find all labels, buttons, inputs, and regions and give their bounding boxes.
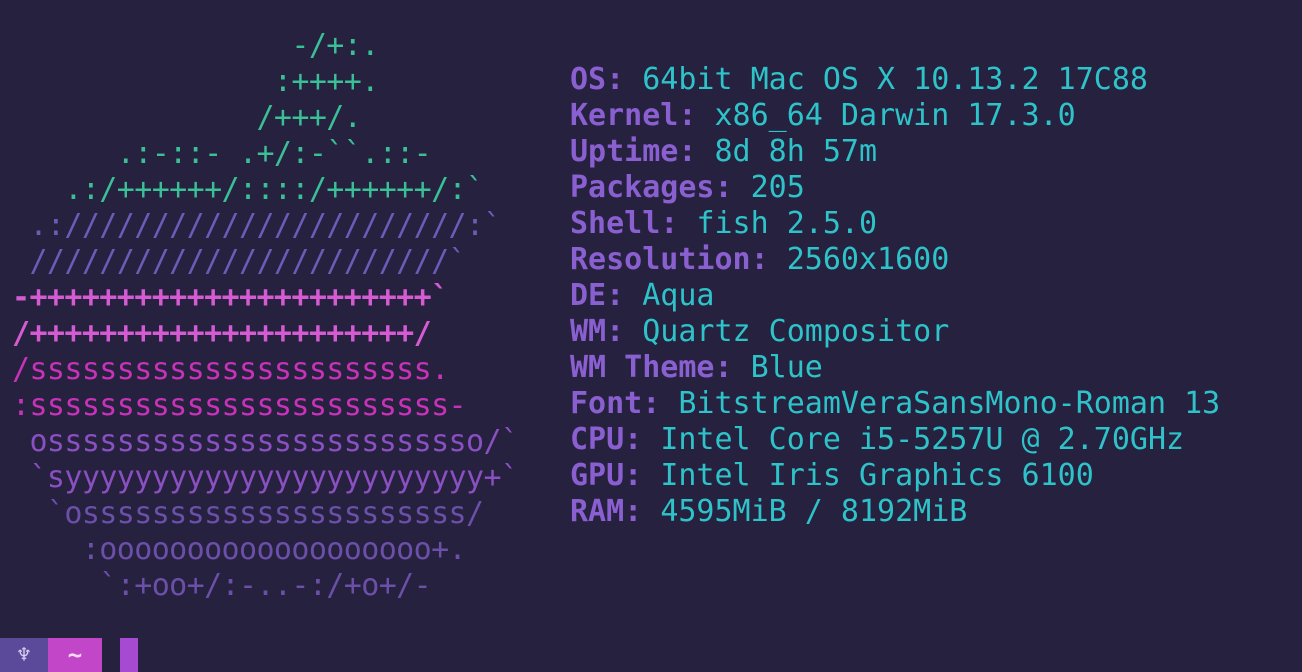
logo-line: .:///////////////////////:` xyxy=(12,208,501,243)
info-key: DE: xyxy=(570,278,625,313)
info-row: DE: Aqua xyxy=(570,278,1220,314)
logo-line: `syyyyyyyyyyyyyyyyyyyyyyyy+` xyxy=(12,460,519,495)
info-row: Packages: 205 xyxy=(570,170,1220,206)
logo-line: -/+:. xyxy=(12,28,379,63)
logo-line: :ssssssssssssssssssssssss- xyxy=(12,388,467,423)
info-key: Kernel: xyxy=(570,98,697,133)
info-key: WM Theme: xyxy=(570,350,733,385)
info-key: GPU: xyxy=(570,458,643,493)
prompt-user-segment: ♆ xyxy=(0,638,48,672)
info-key: RAM: xyxy=(570,494,643,529)
info-key: Resolution: xyxy=(570,242,769,277)
info-row: OS: 64bit Mac OS X 10.13.2 17C88 xyxy=(570,62,1220,98)
info-value: Blue xyxy=(750,350,823,385)
info-row: Shell: fish 2.5.0 xyxy=(570,206,1220,242)
logo-line: /+++/. xyxy=(12,100,362,135)
info-value: x86_64 Darwin 17.3.0 xyxy=(714,98,1076,133)
info-key: CPU: xyxy=(570,422,643,457)
info-value: 64bit Mac OS X 10.13.2 17C88 xyxy=(642,62,1148,97)
text-cursor[interactable] xyxy=(120,638,138,672)
info-value: 2560x1600 xyxy=(786,242,950,277)
logo-line: .:/++++++/::::/++++++/:` xyxy=(12,172,484,207)
info-key: Packages: xyxy=(570,170,733,205)
logo-line: .:-::- .+/:-``.::- xyxy=(12,136,432,171)
info-key: OS: xyxy=(570,62,625,97)
shell-prompt: ♆ ~ xyxy=(0,638,138,672)
info-row: Resolution: 2560x1600 xyxy=(570,242,1220,278)
info-key: Shell: xyxy=(570,206,679,241)
terminal-window[interactable]: -/+:. :++++. /+++/. .:-::- .+/:-``.::- .… xyxy=(0,0,1302,672)
info-key: WM: xyxy=(570,314,625,349)
info-row: GPU: Intel Iris Graphics 6100 xyxy=(570,458,1220,494)
info-value: Aqua xyxy=(642,278,715,313)
info-value: fish 2.5.0 xyxy=(696,206,878,241)
logo-line: `:+oo+/:-..-:/+o+/- xyxy=(12,568,432,603)
info-row: Font: BitstreamVeraSansMono-Roman 13 xyxy=(570,386,1220,422)
logo-line: ////////////////////////` xyxy=(12,244,466,279)
info-row: WM: Quartz Compositor xyxy=(570,314,1220,350)
info-row: Kernel: x86_64 Darwin 17.3.0 xyxy=(570,98,1220,134)
info-row: RAM: 4595MiB / 8192MiB xyxy=(570,494,1220,530)
info-row: WM Theme: Blue xyxy=(570,350,1220,386)
info-row: CPU: Intel Core i5-5257U @ 2.70GHz xyxy=(570,422,1220,458)
info-value: Intel Iris Graphics 6100 xyxy=(660,458,1094,493)
info-key: Uptime: xyxy=(570,134,697,169)
logo-line: :++++. xyxy=(12,64,379,99)
logo-line: /++++++++++++++++++++++/ xyxy=(12,316,432,351)
info-key: Font: xyxy=(570,386,661,421)
system-info: OS: 64bit Mac OS X 10.13.2 17C88 Kernel: … xyxy=(570,62,1220,530)
logo-line: :ooooooooooooooooooo+. xyxy=(12,532,467,567)
info-value: 4595MiB / 8192MiB xyxy=(660,494,968,529)
info-value: 8d 8h 57m xyxy=(714,134,878,169)
info-value: 205 xyxy=(750,170,805,205)
logo-line: -+++++++++++++++++++++++` xyxy=(12,280,449,315)
logo-line: osssssssssssssssssssssssso/` xyxy=(12,424,519,459)
info-value: BitstreamVeraSansMono-Roman 13 xyxy=(678,386,1221,421)
info-value: Quartz Compositor xyxy=(642,314,950,349)
info-row: Uptime: 8d 8h 57m xyxy=(570,134,1220,170)
logo-line: /sssssssssssssssssssssss. xyxy=(12,352,449,387)
prompt-directory-segment: ~ xyxy=(48,638,102,672)
ascii-logo: -/+:. :++++. /+++/. .:-::- .+/:-``.::- .… xyxy=(12,28,519,604)
info-value: Intel Core i5-5257U @ 2.70GHz xyxy=(660,422,1185,457)
logo-line: `ossssssssssssssssssssss/ xyxy=(12,496,484,531)
